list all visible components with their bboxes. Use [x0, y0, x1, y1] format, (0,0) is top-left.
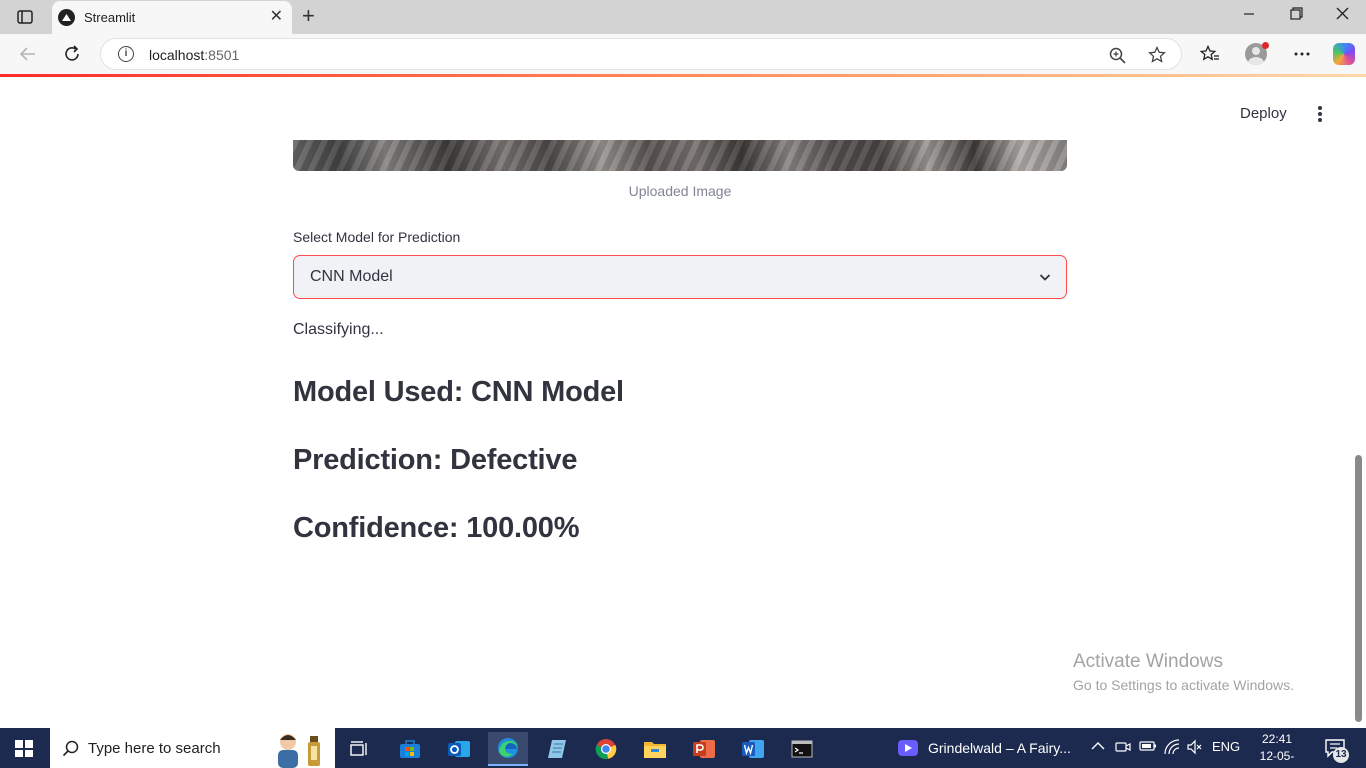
meet-now-icon[interactable]	[1115, 739, 1131, 758]
terminal-icon[interactable]	[782, 734, 822, 764]
image-caption: Uploaded Image	[628, 183, 732, 199]
edge-icon[interactable]	[488, 732, 528, 766]
favorite-star-icon[interactable]	[1146, 44, 1168, 66]
deploy-button[interactable]: Deploy	[1240, 105, 1287, 122]
task-view-icon[interactable]	[340, 734, 380, 764]
microsoft-store-icon[interactable]	[390, 734, 430, 764]
notepad-icon[interactable]	[537, 734, 577, 764]
search-highlight-doodle-icon	[278, 734, 320, 768]
uploaded-image	[293, 140, 1067, 171]
scrollbar-thumb[interactable]	[1355, 455, 1362, 722]
close-tab-icon[interactable]: ✕	[270, 8, 283, 26]
copilot-icon[interactable]	[1333, 43, 1355, 65]
volume-muted-icon[interactable]	[1187, 739, 1203, 758]
close-window-icon[interactable]	[1336, 6, 1349, 26]
clock-date: 12-05-2025	[1259, 749, 1295, 768]
site-info-icon[interactable]: i	[118, 46, 134, 62]
restore-icon[interactable]	[1290, 6, 1303, 26]
outlook-icon[interactable]	[439, 734, 479, 764]
model-used-heading: Model Used: CNN Model	[293, 376, 624, 408]
back-arrow-icon[interactable]	[15, 42, 41, 66]
prediction-heading: Prediction: Defective	[293, 444, 578, 476]
minimize-icon[interactable]	[1243, 6, 1255, 26]
clock-time: 22:41	[1261, 732, 1293, 746]
windows-taskbar: Type here to search Grindelwald – A Fair…	[0, 728, 1366, 768]
select-model-label: Select Model for Prediction	[293, 229, 461, 245]
battery-icon[interactable]	[1139, 739, 1157, 756]
network-icon[interactable]	[1164, 739, 1180, 758]
chrome-icon[interactable]	[586, 734, 626, 764]
word-icon[interactable]	[733, 734, 773, 764]
windows-start-icon[interactable]	[15, 740, 33, 757]
url-text: localhost:8501	[149, 47, 240, 63]
taskbar-clock[interactable]: 22:41 12-05-2025	[1249, 731, 1305, 768]
profile-notification-dot	[1262, 42, 1269, 49]
streamlit-favicon-icon	[58, 9, 75, 26]
main-menu-icon[interactable]	[1313, 104, 1327, 124]
tab-title: Streamlit	[84, 10, 136, 25]
model-select-value: CNN Model	[310, 268, 393, 285]
show-hidden-icons-icon[interactable]	[1091, 739, 1105, 754]
streamlit-page	[4, 77, 1352, 724]
notification-count-badge: 13	[1333, 747, 1349, 763]
zoom-icon[interactable]	[1106, 44, 1128, 66]
browser-tab-strip: Streamlit ✕ +	[0, 0, 1366, 34]
more-options-icon[interactable]	[1289, 42, 1315, 66]
taskbar-search-box[interactable]: Type here to search	[50, 728, 335, 768]
powerpoint-icon[interactable]	[684, 734, 724, 764]
model-select[interactable]: CNN Model	[293, 255, 1067, 299]
file-explorer-icon[interactable]	[635, 734, 675, 764]
confidence-heading: Confidence: 100.00%	[293, 512, 580, 544]
browser-tab[interactable]: Streamlit ✕	[52, 1, 292, 34]
browser-toolbar: i localhost:8501	[0, 34, 1366, 74]
media-title[interactable]: Grindelwald – A Fairy...	[928, 740, 1071, 756]
media-app-icon[interactable]	[898, 740, 918, 756]
new-tab-icon[interactable]: +	[302, 5, 315, 27]
favorites-icon[interactable]	[1197, 42, 1223, 66]
search-placeholder: Type here to search	[88, 740, 221, 757]
chevron-down-icon	[1039, 274, 1051, 281]
activate-windows-title: Activate Windows	[1073, 651, 1223, 672]
classifying-status: Classifying...	[293, 321, 384, 338]
address-bar[interactable]: i localhost:8501	[100, 38, 1182, 70]
tab-actions-icon[interactable]	[8, 4, 42, 30]
reload-icon[interactable]	[59, 42, 85, 66]
search-icon	[62, 740, 79, 757]
activate-windows-subtitle: Go to Settings to activate Windows.	[1073, 677, 1294, 693]
input-language[interactable]: ENG	[1212, 739, 1240, 754]
